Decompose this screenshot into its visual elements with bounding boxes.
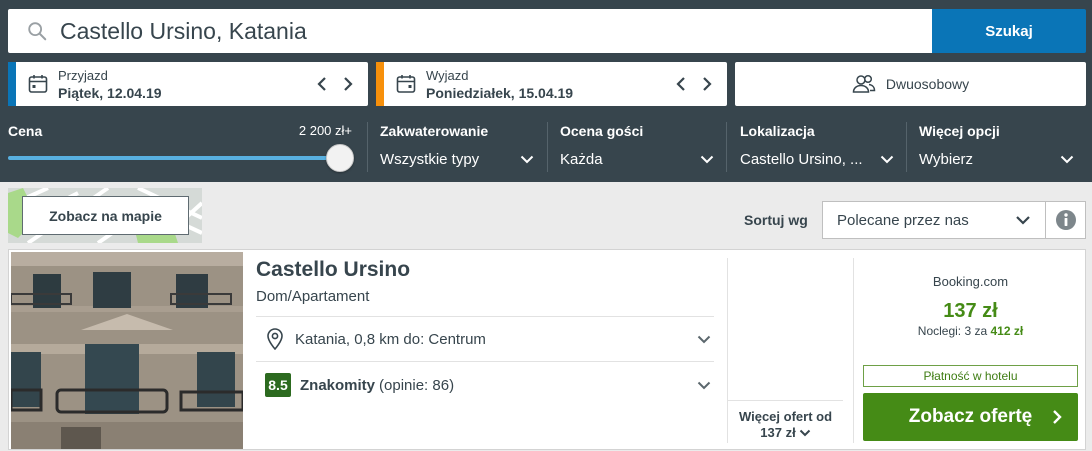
- checkout-prev-button[interactable]: [675, 73, 687, 95]
- checkin-label: Przyjazd: [58, 68, 108, 83]
- location-pin-icon: [267, 328, 283, 350]
- payment-at-hotel-badge: Płatność w hotelu: [863, 365, 1078, 387]
- more-offers-button[interactable]: Więcej ofert od 137 zł: [728, 400, 843, 446]
- location-filter-select[interactable]: Castello Ursino, ...: [740, 148, 894, 170]
- search-icon: [28, 22, 47, 41]
- more-filter-label: Więcej opcji: [919, 123, 1000, 139]
- hotel-location: Katania, 0,8 km do: Centrum: [295, 330, 486, 348]
- chevron-down-icon: [1016, 216, 1030, 225]
- more-offers-label: Więcej ofert od: [738, 409, 833, 424]
- checkout-stripe: [376, 62, 384, 106]
- hotel-rating-row[interactable]: 8.5 Znakomity (opinie: 86): [265, 373, 711, 397]
- rating-text: Znakomity: [300, 376, 376, 394]
- show-on-map-button[interactable]: Zobacz na mapie: [22, 196, 189, 235]
- filter-divider: [367, 122, 368, 172]
- search-button[interactable]: Szukaj: [932, 9, 1086, 53]
- filter-divider: [906, 122, 907, 172]
- chevron-down-icon: [799, 429, 810, 436]
- sort-info-button[interactable]: [1046, 201, 1086, 239]
- checkout-date-picker[interactable]: Wyjazd Poniedziałek, 15.04.19: [376, 62, 727, 106]
- rating-count: (opinie: 86): [379, 376, 455, 394]
- checkout-arrows: [675, 73, 713, 95]
- deal-price: 137 zł: [943, 300, 998, 322]
- hotel-card: Castello Ursino Dom/Apartament Katania, …: [8, 249, 1086, 450]
- chevron-down-icon: [520, 155, 534, 163]
- search-query: Castello Ursino, Katania: [60, 18, 307, 44]
- more-filter-value: Wybierz: [919, 150, 974, 168]
- hotel-type: Dom/Apartament: [256, 288, 370, 305]
- more-offers-price: 137 zł: [760, 425, 796, 440]
- checkin-next-button[interactable]: [342, 73, 354, 95]
- sort-select[interactable]: Polecane przez nas: [822, 201, 1046, 239]
- chevron-down-icon: [697, 381, 711, 389]
- hotel-photo[interactable]: [11, 252, 243, 449]
- chevron-right-icon: [1053, 410, 1062, 424]
- hotel-photo-image: [11, 252, 243, 449]
- location-filter-value: Castello Ursino, ...: [740, 150, 863, 168]
- accommodation-filter-select[interactable]: Wszystkie typy: [380, 148, 534, 170]
- view-deal-button[interactable]: Zobacz ofertę: [863, 393, 1078, 441]
- calendar-icon: [396, 75, 416, 93]
- guests-selector[interactable]: Dwuosobowy: [735, 62, 1086, 106]
- checkout-value: Poniedziałek, 15.04.19: [426, 85, 574, 101]
- chevron-right-icon: [344, 77, 353, 91]
- hotel-name-link[interactable]: Castello Ursino: [256, 258, 410, 282]
- chevron-right-icon: [703, 77, 712, 91]
- chevron-down-icon: [1060, 155, 1074, 163]
- calendar-icon: [28, 75, 48, 93]
- price-slider-track[interactable]: [8, 156, 340, 160]
- deal-provider: Booking.com: [932, 274, 1009, 289]
- card-divider: [256, 316, 714, 317]
- rating-score-badge: 8.5: [265, 373, 291, 397]
- chevron-down-icon: [700, 155, 714, 163]
- deal-nights: Noclegi: 3 za 412 zł: [854, 324, 1087, 338]
- more-filter-select[interactable]: Wybierz: [919, 148, 1074, 170]
- location-filter-label: Lokalizacja: [740, 123, 815, 139]
- filter-divider: [726, 122, 727, 172]
- chevron-down-icon: [697, 335, 711, 343]
- view-deal-label: Zobacz ofertę: [908, 406, 1033, 427]
- accommodation-filter-value: Wszystkie typy: [380, 150, 480, 168]
- chevron-down-icon: [880, 155, 894, 163]
- rating-filter-select[interactable]: Każda: [560, 148, 714, 170]
- top-deal: Booking.com 137 zł Noclegi: 3 za 412 zł …: [854, 250, 1087, 451]
- info-icon: [1055, 210, 1076, 230]
- rating-filter-value: Każda: [560, 150, 603, 168]
- sort-label: Sortuj wg: [744, 212, 808, 228]
- checkin-stripe: [8, 62, 16, 106]
- deal-nights-total: 412 zł: [990, 324, 1024, 338]
- filter-divider: [547, 122, 548, 172]
- search-input[interactable]: Castello Ursino, Katania: [8, 9, 932, 53]
- checkout-label: Wyjazd: [426, 68, 469, 83]
- price-max-value: 2 200 zł+: [298, 123, 352, 138]
- checkin-arrows: [316, 73, 354, 95]
- checkout-next-button[interactable]: [701, 73, 713, 95]
- price-filter-label: Cena: [8, 123, 43, 139]
- rating-filter-label: Ocena gości: [560, 123, 644, 139]
- chevron-left-icon: [676, 77, 685, 91]
- checkin-date-picker[interactable]: Przyjazd Piątek, 12.04.19: [8, 62, 368, 106]
- card-divider: [256, 361, 714, 362]
- chevron-left-icon: [317, 77, 326, 91]
- sort-value: Polecane przez nas: [837, 211, 969, 229]
- results-area: Zobacz na mapie Sortuj wg Polecane przez…: [0, 182, 1092, 451]
- accommodation-filter-label: Zakwaterowanie: [380, 123, 489, 139]
- guests-label: Dwuosobowy: [885, 76, 970, 92]
- checkin-value: Piątek, 12.04.19: [58, 85, 162, 101]
- deal-nights-prefix: Noclegi: 3 za: [917, 324, 988, 338]
- hotel-location-row[interactable]: Katania, 0,8 km do: Centrum: [267, 328, 711, 350]
- checkin-prev-button[interactable]: [316, 73, 328, 95]
- more-offers-price-row: 137 zł: [760, 425, 810, 440]
- users-icon: [852, 74, 876, 93]
- search-header: Castello Ursino, Katania Szukaj Przyjazd…: [0, 0, 1092, 182]
- price-slider-handle[interactable]: [326, 144, 354, 172]
